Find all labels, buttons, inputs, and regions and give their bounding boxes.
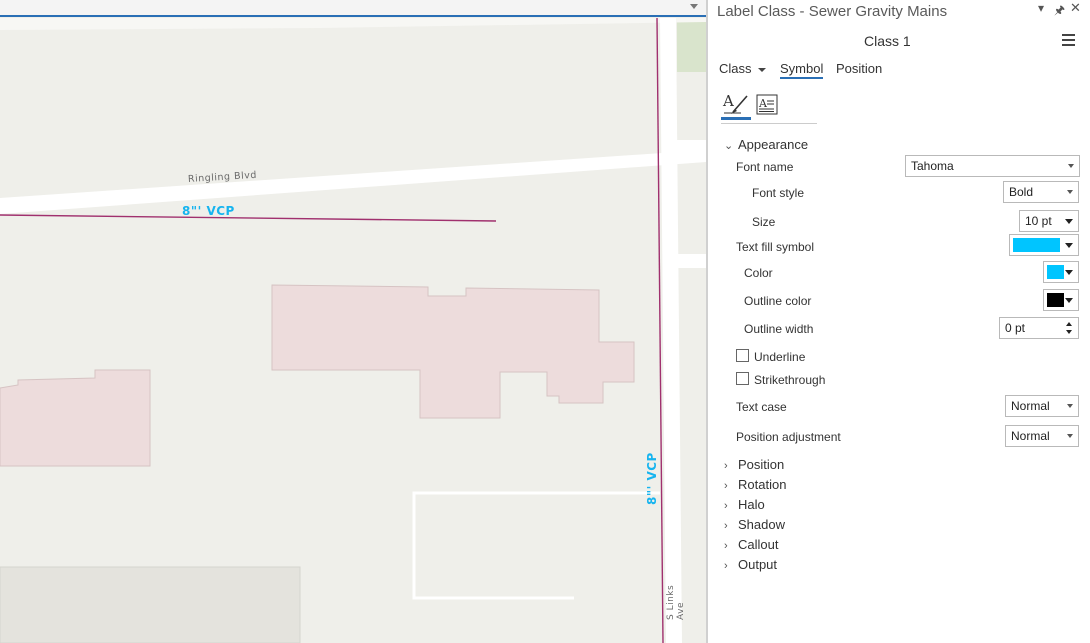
section-halo[interactable]: › Halo	[724, 497, 765, 512]
close-icon[interactable]: ✕	[1070, 0, 1081, 16]
pipe-label-horizontal: 8"' VCP	[182, 204, 235, 218]
label-class-pane: Label Class - Sewer Gravity Mains ▾ 🖈 ✕ …	[706, 0, 1090, 643]
chevron-down-icon	[1065, 270, 1073, 275]
section-rotation-label: Rotation	[738, 477, 787, 492]
text-fill-swatch	[1013, 238, 1060, 252]
section-halo-label: Halo	[738, 497, 765, 512]
text-case-value: Normal	[1011, 399, 1050, 413]
section-shadow[interactable]: › Shadow	[724, 517, 785, 532]
font-name-label: Font name	[736, 160, 794, 174]
text-symbol-tab[interactable]: A	[721, 90, 751, 120]
color-picker[interactable]	[1043, 261, 1079, 283]
size-select[interactable]: 10 pt	[1019, 210, 1079, 232]
building-southwest	[0, 566, 301, 643]
svg-text:A: A	[758, 97, 768, 110]
chevron-down-icon	[1065, 219, 1073, 224]
map-tab-strip	[0, 0, 706, 17]
color-swatch	[1047, 265, 1064, 279]
chevron-right-icon: ›	[724, 520, 728, 532]
size-value: 10 pt	[1025, 214, 1052, 228]
section-appearance[interactable]: ⌄ Appearance	[724, 137, 808, 152]
outline-width-value: 0 pt	[1005, 321, 1026, 335]
chevron-down-icon	[1067, 434, 1073, 438]
underline-checkbox[interactable]	[736, 349, 749, 362]
hamburger-menu-icon[interactable]	[1062, 34, 1075, 49]
chevron-down-icon: ⌄	[724, 140, 734, 152]
sewer-main-horizontal[interactable]	[0, 214, 497, 222]
road-ringling-blvd	[0, 150, 706, 214]
map-view[interactable]: Ringling Blvd S Links Ave 8"' VCP 8"' VC…	[0, 0, 706, 643]
text-case-label: Text case	[736, 400, 787, 414]
caret-down-icon	[757, 67, 766, 72]
dropdown-icon[interactable]: ▾	[1038, 1, 1044, 15]
outline-width-label: Outline width	[744, 322, 814, 336]
outline-color-swatch	[1047, 293, 1064, 307]
position-adjustment-value: Normal	[1011, 429, 1050, 443]
building-central	[271, 284, 635, 419]
pipe-label-vertical: 8"' VCP	[645, 452, 659, 505]
chevron-right-icon: ›	[724, 480, 728, 492]
text-fill-symbol-label: Text fill symbol	[736, 240, 815, 254]
font-name-value: Tahoma	[911, 159, 954, 173]
section-rotation[interactable]: › Rotation	[724, 477, 786, 492]
svg-text:A: A	[722, 92, 734, 110]
position-adjustment-select[interactable]: Normal	[1005, 425, 1079, 447]
road-top	[0, 18, 706, 30]
pin-icon[interactable]: 🖈	[1054, 1, 1065, 22]
road-label-links: S Links Ave	[666, 584, 686, 620]
map-canvas[interactable]	[0, 0, 706, 643]
section-callout[interactable]: › Callout	[724, 537, 778, 552]
outline-color-picker[interactable]	[1043, 289, 1079, 311]
chevron-right-icon: ›	[724, 540, 728, 552]
font-style-label: Font style	[752, 186, 805, 200]
park-area	[677, 18, 706, 72]
spin-down-icon[interactable]	[1066, 330, 1072, 334]
outline-color-label: Outline color	[744, 294, 812, 308]
chevron-down-icon	[1065, 243, 1073, 248]
road-s-links-ave	[660, 18, 682, 643]
size-label: Size	[752, 215, 776, 229]
section-position-label: Position	[738, 457, 785, 472]
font-name-select[interactable]: Tahoma	[905, 155, 1080, 177]
tab-class[interactable]: Class	[719, 61, 766, 76]
chevron-down-icon	[1067, 404, 1073, 408]
chevron-down-icon[interactable]	[690, 4, 698, 9]
underline-label: Underline	[754, 350, 806, 364]
chevron-down-icon	[1068, 164, 1074, 168]
section-appearance-label: Appearance	[738, 137, 809, 152]
section-output-label: Output	[738, 557, 778, 572]
font-style-value: Bold	[1009, 185, 1034, 199]
outline-width-spinner[interactable]: 0 pt	[999, 317, 1079, 339]
tab-symbol[interactable]: Symbol	[780, 61, 824, 79]
subtab-divider	[721, 123, 817, 124]
chevron-right-icon: ›	[724, 560, 728, 572]
chevron-right-icon: ›	[724, 460, 728, 472]
font-style-select[interactable]: Bold	[1003, 181, 1079, 203]
position-adjustment-label: Position adjustment	[736, 430, 841, 444]
tab-class-label: Class	[719, 61, 752, 76]
text-format-icon: A	[756, 94, 778, 115]
spin-up-icon[interactable]	[1066, 322, 1072, 326]
section-shadow-label: Shadow	[738, 517, 785, 532]
chevron-down-icon	[1065, 298, 1073, 303]
strikethrough-checkbox[interactable]	[736, 372, 749, 385]
chevron-right-icon: ›	[724, 500, 728, 512]
strikethrough-label: Strikethrough	[754, 373, 826, 387]
chevron-down-icon	[1067, 190, 1073, 194]
building-west	[0, 369, 151, 467]
section-position[interactable]: › Position	[724, 457, 784, 472]
section-output[interactable]: › Output	[724, 557, 777, 572]
text-symbol-icon: A	[722, 92, 748, 114]
text-case-select[interactable]: Normal	[1005, 395, 1079, 417]
text-fill-symbol-picker[interactable]	[1009, 234, 1079, 256]
parking-outline	[412, 491, 660, 600]
pane-title: Label Class - Sewer Gravity Mains	[717, 3, 948, 20]
tab-position[interactable]: Position	[836, 61, 882, 76]
class-name: Class 1	[864, 33, 911, 49]
color-label: Color	[744, 266, 773, 280]
text-format-tab[interactable]: A	[756, 94, 778, 116]
section-callout-label: Callout	[738, 537, 779, 552]
